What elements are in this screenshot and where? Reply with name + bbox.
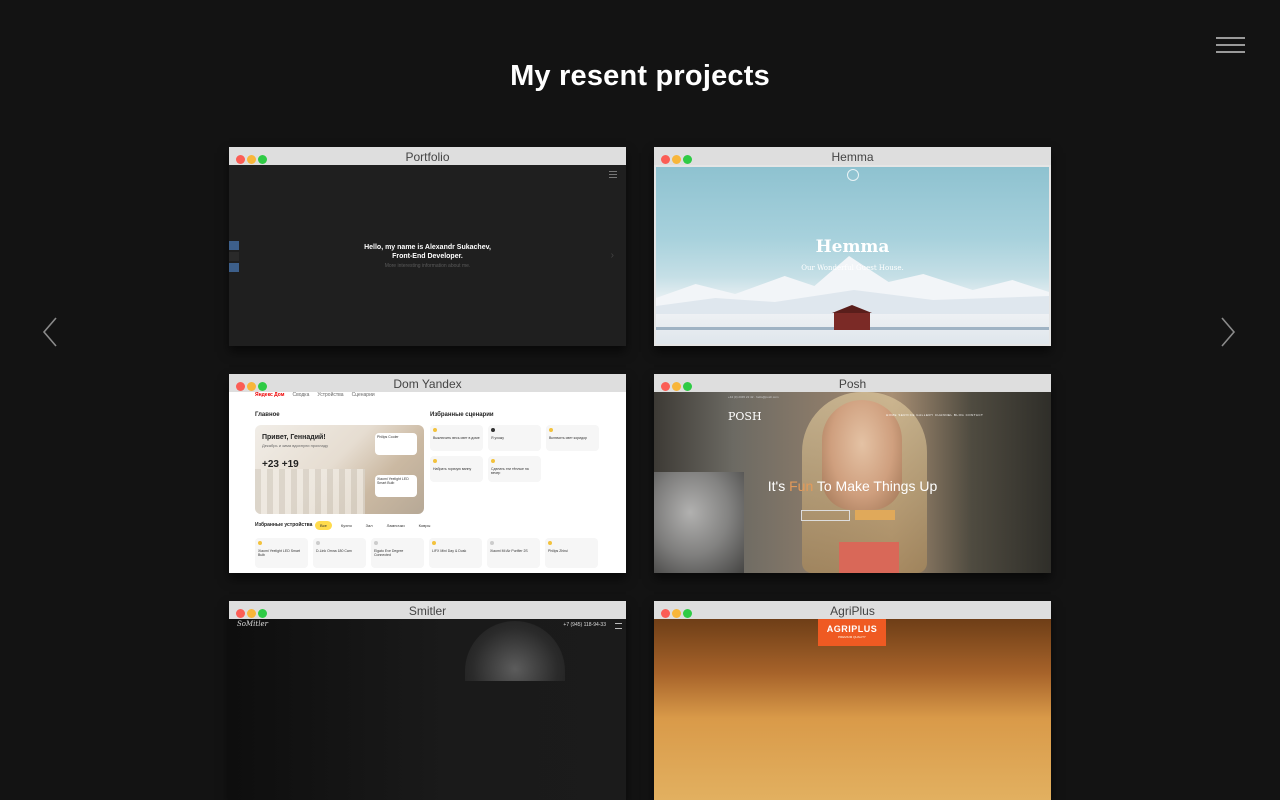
site-nav: HOME SERVICE GALLERY CHANNEL BLOG CONTAC… (886, 413, 984, 417)
project-card-dom-yandex[interactable]: Dom Yandex Яндекс Дом Сводка Устройства Сце… (229, 374, 626, 573)
section-label: Главное (255, 412, 280, 418)
project-title: Smitler (408, 604, 447, 618)
project-screenshot: Hello, my name is Alexandr Sukachev, Fron… (229, 165, 626, 346)
greeting-card: Привет, Геннадий! Декабрь и зима вдохнул… (255, 425, 424, 514)
browser-bar: Dom Yandex (229, 374, 626, 392)
scenario-tile: Включить свет коридор (546, 425, 599, 451)
portrait-photo (465, 621, 565, 681)
hero-subheading: Our Wonderful Guest House. (801, 264, 904, 272)
hero-subtitle: More interesting information about me. (384, 263, 471, 269)
hero-headline: It's Fun To Make Things Up (767, 478, 938, 494)
woman-top (839, 542, 899, 573)
window-photo (255, 469, 365, 514)
scenario-tile: Выключить весь свет в доме (430, 425, 483, 451)
logo-icon (847, 169, 859, 181)
phone-number: +7 (945) 118-94-33 (563, 622, 606, 628)
project-screenshot: AGRIPLUS PREMIUM QUALITY (654, 619, 1051, 800)
project-screenshot: Hemma Our Wonderful Guest House. (654, 165, 1051, 346)
scenario-tile: Я ухожу (488, 425, 541, 451)
browser-bar: AgriPlus (654, 601, 1051, 619)
scenario-tile: Сделать эти тёплые на вечер (488, 456, 541, 482)
project-screenshot: SoMitler +7 (945) 118-94-33 (229, 619, 626, 800)
app-header: Яндекс Дом Сводка Устройства Сценарии (255, 392, 375, 398)
project-title: Posh (838, 377, 867, 391)
hamburger-icon (609, 171, 617, 178)
hamburger-menu-icon[interactable] (1216, 36, 1246, 56)
site-logo: SoMitler (237, 620, 268, 628)
project-screenshot: +44 (0) 2045 22 42 · hello@posh.com POSH… (654, 392, 1051, 573)
device-tile: Xiaomi Yeelight LED Smart Bulb (255, 538, 308, 568)
project-title: AgriPlus (830, 604, 875, 618)
section-label: Избранные сценарии (430, 412, 494, 418)
chevron-right-icon: › (610, 250, 614, 261)
browser-bar: Smitler (229, 601, 626, 619)
project-card-smitler[interactable]: Smitler SoMitler +7 (945) 118-94-33 (229, 601, 626, 800)
project-screenshot: Яндекс Дом Сводка Устройства Сценарии Главн… (229, 392, 626, 573)
browser-bar: Posh (654, 374, 1051, 392)
brand-badge: AGRIPLUS PREMIUM QUALITY (818, 619, 886, 646)
project-card-posh[interactable]: Posh +44 (0) 2045 22 42 · hello@posh.com… (654, 374, 1051, 573)
project-title: Hemma (831, 150, 874, 164)
read-more-button (855, 510, 895, 520)
device-tile: Elgato Eve Degree Connected (371, 538, 424, 568)
chevron-right-icon[interactable] (1216, 316, 1238, 348)
project-title: Portfolio (405, 150, 450, 164)
hamburger-icon (615, 623, 622, 629)
hero-heading: Hemma (815, 237, 890, 257)
chevron-left-icon[interactable] (40, 316, 62, 348)
device-tile: Xiaomi Mi Air Purifier 2S (487, 538, 540, 568)
browser-bar: Portfolio (229, 147, 626, 165)
project-card-portfolio[interactable]: Portfolio Hello, my name is Alexandr Suk… (229, 147, 626, 346)
device-tile: LIFX Mini Day & Dusk (429, 538, 482, 568)
about-button (801, 510, 850, 521)
project-title: Dom Yandex (393, 377, 462, 391)
device-tile: Philips Zhirui (545, 538, 598, 568)
device-tile: D-Link Omna 180 Cam (313, 538, 366, 568)
scenario-tile: Набрать горячую ванну (430, 456, 483, 482)
page-title: My resent projects (510, 60, 770, 92)
contact-bar: +44 (0) 2045 22 42 · hello@posh.com (728, 395, 779, 399)
browser-bar: Hemma (654, 147, 1051, 165)
project-card-agriplus[interactable]: AgriPlus AGRIPLUS PREMIUM QUALITY (654, 601, 1051, 800)
site-logo: POSH (728, 410, 762, 423)
red-house (832, 305, 872, 330)
section-label: Избранные устройства (255, 522, 313, 528)
hero-text: Hello, my name is Alexandr Sukachev, Fron… (364, 244, 491, 260)
project-card-hemma[interactable]: Hemma Hemma Our Wonderful Guest House. (654, 147, 1051, 346)
filter-chips: Все Кухня Зал Лампочки Ковры (315, 521, 439, 530)
